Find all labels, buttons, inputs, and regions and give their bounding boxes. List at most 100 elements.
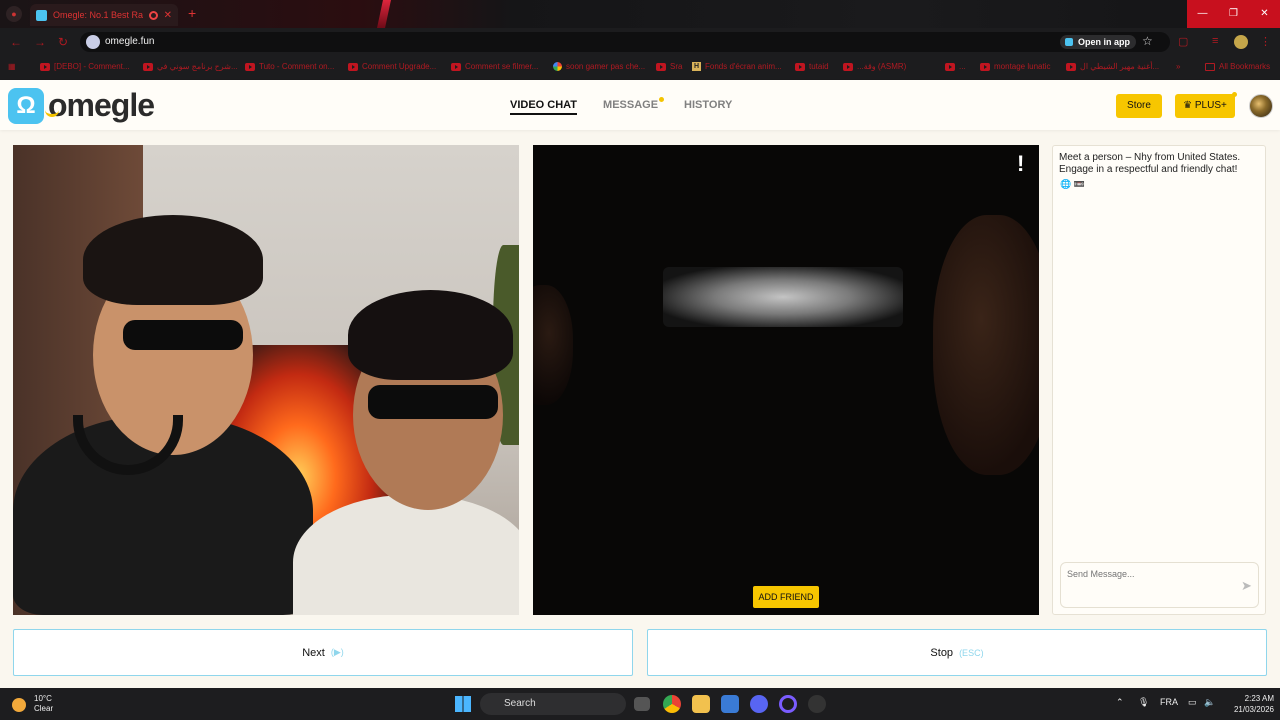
nav-history[interactable]: HISTORY bbox=[684, 99, 732, 115]
task-view-icon[interactable] bbox=[634, 697, 650, 711]
taskbar-search[interactable]: Search bbox=[480, 693, 626, 715]
bookmark-item[interactable]: Tuto - Comment on... bbox=[245, 62, 334, 71]
temperature: 10°C bbox=[34, 694, 52, 703]
clock[interactable]: 2:23 AM 21/03/2026 bbox=[1222, 693, 1274, 715]
bookmark-item[interactable]: [DEBO] - Comment... bbox=[40, 62, 130, 71]
bookmark-item[interactable]: شرح برنامج سوني في... bbox=[143, 62, 238, 71]
nav-video-chat[interactable]: VIDEO CHAT bbox=[510, 99, 578, 115]
bookmarks-overflow-icon[interactable]: » bbox=[1176, 62, 1180, 71]
bookmark-item[interactable]: tutaid bbox=[795, 62, 829, 71]
add-friend-button[interactable]: ADD FRIEND bbox=[753, 586, 819, 608]
bookmark-item[interactable]: Comment se filmer... bbox=[451, 62, 538, 71]
bookmark-item[interactable]: H Fonds d'écran anim... bbox=[692, 62, 782, 71]
person-1-sunglasses bbox=[123, 320, 243, 350]
browser-tab-strip: ● Omegle: No.1 Best Random... ✕ + — ❐ ✕ bbox=[0, 0, 1280, 28]
address-bar-row: ← → ↻ omegle.fun Open in app ☆ ▢ ≡ ⋮ bbox=[0, 28, 1280, 56]
bookmark-item[interactable]: Comment Upgrade... bbox=[348, 62, 436, 71]
youtube-icon bbox=[348, 62, 358, 71]
apps-icon[interactable]: ▦ bbox=[8, 62, 16, 71]
stop-button[interactable]: Stop (ESC) bbox=[647, 629, 1267, 676]
send-icon[interactable]: ➤ bbox=[1241, 579, 1255, 593]
volume-icon[interactable]: 🔈 bbox=[1204, 697, 1215, 708]
file-explorer-icon[interactable] bbox=[692, 695, 710, 713]
media-icon[interactable]: ≡ bbox=[1212, 35, 1218, 47]
bookmark-item[interactable]: ... bbox=[945, 62, 966, 71]
bookmark-item[interactable]: أغنية مهير الشيطي ال... bbox=[1066, 62, 1159, 71]
app-ring-icon[interactable] bbox=[779, 695, 797, 713]
recording-icon bbox=[148, 10, 158, 20]
close-window-button[interactable]: ✕ bbox=[1249, 0, 1280, 28]
discord-icon[interactable] bbox=[750, 695, 768, 713]
weather-widget[interactable]: 10°C Clear bbox=[12, 694, 53, 714]
tab-search-icon[interactable]: ● bbox=[6, 6, 22, 22]
url-text[interactable]: omegle.fun bbox=[105, 36, 154, 47]
bookmark-item[interactable]: soon gamer pas che... bbox=[553, 62, 645, 71]
bookmark-star-icon[interactable]: ☆ bbox=[1142, 34, 1153, 48]
local-video bbox=[13, 145, 519, 615]
store-app-icon[interactable] bbox=[721, 695, 739, 713]
logo-text: omegle bbox=[48, 87, 155, 123]
app-misc-icon[interactable] bbox=[808, 695, 826, 713]
forward-icon[interactable]: → bbox=[34, 35, 46, 49]
bookmark-item[interactable]: Sra bbox=[656, 62, 682, 71]
notification-dot bbox=[659, 97, 665, 102]
omnibox[interactable]: omegle.fun Open in app ☆ bbox=[80, 32, 1170, 52]
moon-icon bbox=[12, 698, 26, 712]
site-header: Ω omegle VIDEO CHAT MESSAGE HISTORY Stor… bbox=[0, 80, 1280, 130]
next-label: Next bbox=[302, 646, 325, 659]
google-icon bbox=[553, 62, 562, 71]
stop-shortcut-hint: (ESC) bbox=[959, 647, 984, 658]
next-button[interactable]: Next (▶) bbox=[13, 629, 633, 676]
microphone-icon[interactable]: 🎙 bbox=[1138, 697, 1149, 708]
bookmark-label: montage lunatic bbox=[994, 62, 1051, 71]
bookmark-label: شرح برنامج سوني في... bbox=[157, 62, 238, 71]
browser-tab[interactable]: Omegle: No.1 Best Random... ✕ bbox=[30, 4, 178, 26]
bookmark-item[interactable]: ...وقة (ASMR) bbox=[843, 62, 906, 71]
youtube-icon bbox=[980, 62, 990, 71]
message-input-box[interactable]: ➤ bbox=[1060, 562, 1259, 608]
person-1-hair bbox=[83, 215, 263, 305]
new-tab-button[interactable]: + bbox=[188, 6, 202, 20]
weather-condition: Clear bbox=[34, 704, 54, 713]
youtube-icon bbox=[143, 62, 153, 71]
chrome-icon[interactable] bbox=[663, 695, 681, 713]
reload-icon[interactable]: ↻ bbox=[58, 35, 68, 49]
report-button[interactable]: ! bbox=[1017, 151, 1024, 177]
tab-close-icon[interactable]: ✕ bbox=[164, 10, 172, 21]
youtube-icon bbox=[945, 62, 955, 71]
clock-time: 2:23 AM bbox=[1244, 694, 1274, 703]
plus-button[interactable]: ♛ PLUS+ bbox=[1175, 94, 1235, 118]
remote-video: ! ADD FRIEND bbox=[533, 145, 1039, 615]
back-icon[interactable]: ← bbox=[10, 35, 22, 49]
network-icon[interactable]: ▭ bbox=[1188, 697, 1197, 708]
omegle-logo[interactable]: Ω omegle bbox=[8, 87, 155, 124]
person-2-sunglasses bbox=[368, 385, 498, 419]
bookmark-label: Tuto - Comment on... bbox=[259, 62, 335, 71]
plus-notification-dot bbox=[1232, 92, 1237, 97]
windows-taskbar: 10°C Clear ⌕ Search ⌃ 🎙 FRA ▭ 🔈 2:23 AM … bbox=[0, 688, 1280, 720]
bookmark-item[interactable]: montage lunatic bbox=[980, 62, 1050, 71]
all-bookmarks-folder[interactable]: All Bookmarks bbox=[1205, 62, 1270, 71]
nav-message[interactable]: MESSAGE bbox=[603, 97, 665, 115]
all-bookmarks-label: All Bookmarks bbox=[1219, 62, 1271, 71]
minimize-button[interactable]: — bbox=[1187, 0, 1218, 28]
stranger-face-left bbox=[533, 285, 573, 405]
youtube-icon bbox=[1066, 62, 1076, 71]
user-avatar[interactable] bbox=[1249, 94, 1273, 118]
open-in-app-button[interactable]: Open in app bbox=[1060, 35, 1137, 49]
chat-intro-message: Meet a person – Nhy from United States. … bbox=[1059, 152, 1241, 175]
extension-icon[interactable]: ▢ bbox=[1178, 35, 1188, 48]
profile-icon[interactable] bbox=[1234, 35, 1248, 49]
stranger-face-right bbox=[933, 215, 1039, 475]
restore-button[interactable]: ❐ bbox=[1218, 0, 1249, 28]
windows-start-icon[interactable] bbox=[455, 696, 471, 712]
chat-info-icons: 🌐 📼 bbox=[1060, 179, 1085, 189]
youtube-icon bbox=[40, 62, 50, 71]
store-button[interactable]: Store bbox=[1116, 94, 1162, 118]
menu-icon[interactable]: ⋮ bbox=[1260, 35, 1271, 48]
bookmark-label: tutaid bbox=[809, 62, 829, 71]
tray-overflow-icon[interactable]: ⌃ bbox=[1116, 697, 1124, 708]
language-indicator[interactable]: FRA bbox=[1160, 697, 1178, 707]
message-input[interactable] bbox=[1067, 569, 1227, 579]
site-info-icon[interactable] bbox=[86, 35, 100, 49]
